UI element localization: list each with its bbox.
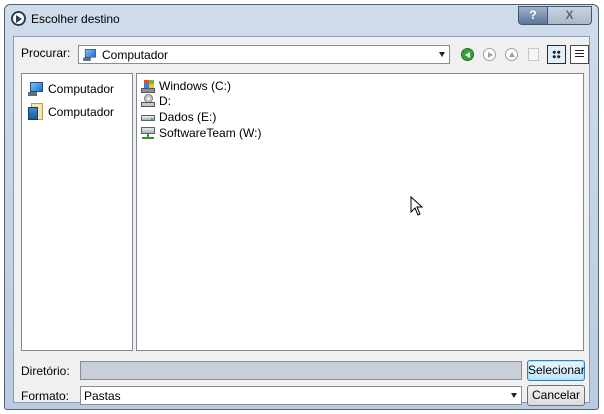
- sidebar-item-documents[interactable]: Computador: [28, 103, 114, 121]
- look-in-combo[interactable]: Computador: [78, 45, 450, 64]
- new-folder-button[interactable]: [524, 45, 543, 64]
- new-folder-icon: [528, 48, 539, 61]
- directory-label: Diretório:: [21, 364, 70, 378]
- caption-buttons: ? X: [518, 6, 592, 25]
- app-icon: [11, 11, 26, 26]
- help-button[interactable]: ?: [518, 6, 548, 25]
- places-sidebar: Computador Computador: [21, 73, 133, 351]
- dialog-window: Escolher destino ? X Procurar: Computado…: [4, 4, 599, 410]
- list-item-label: SoftwareTeam (W:): [159, 126, 262, 140]
- cancel-button[interactable]: Cancelar: [527, 385, 585, 406]
- list-item[interactable]: Dados (E:): [141, 110, 216, 124]
- documents-icon: [28, 103, 44, 121]
- network-drive-icon: [141, 126, 155, 140]
- list-item-label: Dados (E:): [159, 110, 217, 124]
- title-bar[interactable]: Escolher destino ? X: [5, 5, 598, 33]
- back-icon: [461, 48, 474, 61]
- list-item-label: Windows (C:): [159, 79, 232, 93]
- back-button[interactable]: [458, 45, 477, 64]
- format-label: Formato:: [21, 389, 70, 403]
- select-button[interactable]: Selecionar: [527, 360, 585, 381]
- sidebar-item-label: Computador: [48, 105, 115, 119]
- computer-icon: [28, 82, 44, 96]
- list-item[interactable]: Windows (C:): [141, 79, 231, 93]
- computer-icon: [83, 48, 97, 61]
- dialog-body: Procurar: Computador Computador Computad…: [13, 36, 590, 406]
- list-item[interactable]: D:: [141, 94, 171, 108]
- windows-drive-icon: [141, 79, 155, 93]
- look-in-label: Procurar:: [21, 46, 71, 60]
- file-list[interactable]: Windows (C:) D: Dados (E:) SoftwareTeam …: [136, 73, 584, 351]
- details-view-icon: [575, 50, 584, 59]
- mouse-cursor-icon: [410, 196, 424, 216]
- look-in-row: Procurar:: [21, 46, 70, 60]
- up-folder-icon: [505, 48, 518, 61]
- list-view-icon: [552, 50, 561, 59]
- format-combo[interactable]: Pastas: [80, 386, 522, 405]
- sidebar-item-computer[interactable]: Computador: [28, 82, 114, 96]
- close-button[interactable]: X: [548, 6, 592, 25]
- chevron-down-icon[interactable]: [435, 46, 449, 63]
- up-folder-button[interactable]: [502, 45, 521, 64]
- list-item-label: D:: [159, 94, 171, 108]
- list-view-button[interactable]: [547, 45, 566, 64]
- chevron-down-icon[interactable]: [507, 387, 521, 404]
- forward-button[interactable]: [480, 45, 499, 64]
- dvd-drive-icon: [141, 94, 155, 108]
- sidebar-item-label: Computador: [48, 82, 115, 96]
- look-in-value: Computador: [102, 47, 169, 62]
- list-item[interactable]: SoftwareTeam (W:): [141, 126, 261, 140]
- nav-toolbar: [455, 45, 589, 64]
- format-value: Pastas: [84, 388, 121, 403]
- details-view-button[interactable]: [570, 45, 589, 64]
- hard-drive-icon: [141, 111, 155, 123]
- directory-field[interactable]: [80, 361, 522, 380]
- forward-icon: [483, 48, 496, 61]
- window-title: Escolher destino: [31, 12, 120, 26]
